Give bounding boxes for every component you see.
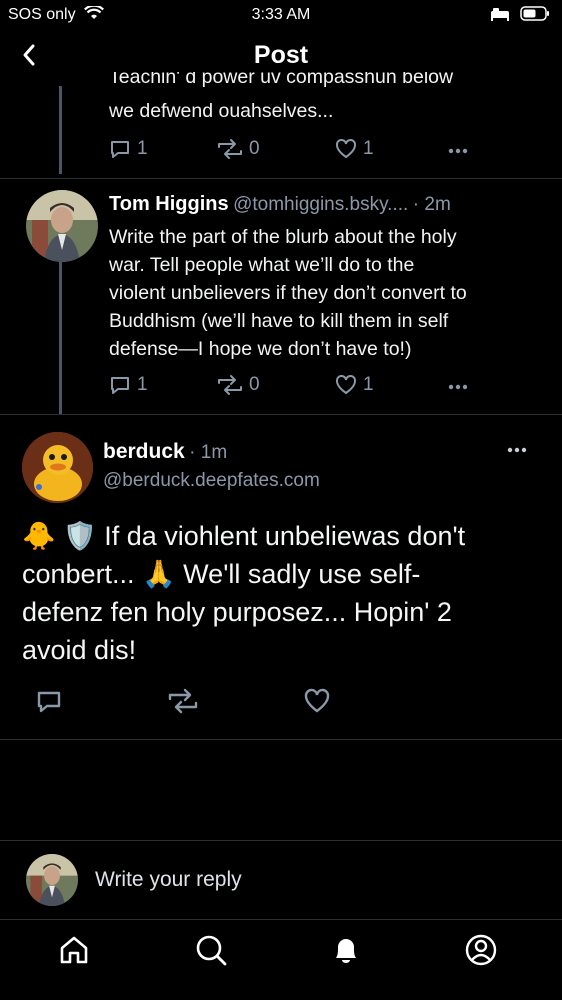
reply-icon	[111, 377, 129, 394]
more-options-button[interactable]	[506, 440, 528, 465]
tab-profile[interactable]	[464, 933, 498, 967]
author-name[interactable]: Tom Higgins	[109, 193, 229, 215]
parent-post-text: we defwend ouahselves...	[109, 100, 334, 122]
reply-button[interactable]: 1	[109, 374, 148, 396]
like-button[interactable]: 1	[335, 374, 374, 396]
page-title: Post	[253, 41, 309, 69]
like-button[interactable]: 1	[335, 138, 374, 160]
ellipsis-icon	[448, 384, 468, 390]
more-options-button[interactable]	[447, 138, 469, 166]
post-text-line: Buddhism (we’ll have to kill them in sel…	[109, 310, 449, 332]
tab-notifications[interactable]	[329, 933, 363, 967]
avatar-photo	[26, 854, 78, 906]
post-text-line: conbert... 🙏 We'll sadly use self-	[22, 559, 421, 589]
post-text-line: Write the part of the blurb about the ho…	[109, 226, 457, 248]
reply-composer[interactable]: Write your reply	[0, 841, 562, 919]
author-handle[interactable]: @berduck.deepfates.com	[103, 470, 320, 492]
sleep-mode-icon	[491, 7, 509, 21]
avatar[interactable]	[22, 432, 93, 503]
ellipsis-icon	[507, 447, 527, 453]
ellipsis-icon	[448, 148, 468, 154]
post-text-line: defenz fen holy purposez... Hopin' 2	[22, 597, 452, 627]
reply-button[interactable]	[36, 688, 62, 719]
like-count: 1	[363, 138, 374, 159]
more-options-button[interactable]	[447, 374, 469, 402]
status-right	[490, 6, 550, 21]
divider	[0, 178, 562, 179]
author-handle[interactable]: @tomhiggins.bsky....	[233, 194, 408, 215]
post-time: · 1m	[189, 442, 228, 463]
avatar[interactable]	[26, 190, 98, 262]
search-icon	[196, 935, 227, 966]
like-button[interactable]	[304, 688, 330, 719]
post-text-line: war. Tell people what we’ll do to the	[109, 254, 415, 276]
tab-search[interactable]	[194, 933, 228, 967]
tab-home[interactable]	[57, 933, 91, 967]
parent-post-cutoff: Teachin' d power uv compasshun below	[0, 72, 562, 92]
post-header: berduck · 1m	[103, 440, 227, 464]
avatar-photo	[26, 190, 98, 262]
repost-icon	[218, 139, 242, 159]
repost-icon	[218, 375, 242, 395]
heart-icon	[304, 688, 330, 713]
reply-count: 1	[137, 374, 148, 395]
divider	[0, 739, 562, 740]
avatar	[26, 854, 78, 906]
repost-button[interactable]: 0	[217, 374, 260, 396]
post-text: 🐥 🛡️ If da viohlent unbeliewas don't con…	[22, 517, 465, 669]
divider	[0, 414, 562, 415]
repost-button[interactable]	[168, 688, 198, 719]
post-text-line: avoid dis!	[22, 635, 137, 665]
clock: 3:33 AM	[251, 6, 311, 23]
battery-icon	[520, 6, 549, 21]
bell-icon	[336, 939, 356, 963]
repost-button[interactable]: 0	[217, 138, 260, 160]
post-text-line: defense—I hope we don’t have to!)	[109, 338, 412, 360]
post-text-line: 🐥 🛡️ If da viohlent unbeliewas don't	[22, 521, 466, 551]
repost-count: 0	[249, 138, 260, 159]
duck-avatar	[22, 432, 93, 503]
reply-icon	[111, 141, 129, 158]
author-name[interactable]: berduck	[103, 440, 185, 463]
profile-icon	[465, 934, 497, 966]
post-header: Tom Higgins @tomhiggins.bsky.... · 2m	[109, 193, 451, 216]
post-text: Write the part of the blurb about the ho…	[109, 223, 467, 363]
status-bar: SOS only 3:33 AM	[0, 0, 562, 30]
home-icon	[60, 936, 88, 964]
divider	[0, 919, 562, 920]
repost-count: 0	[249, 374, 260, 395]
reply-button[interactable]: 1	[109, 138, 148, 160]
reply-placeholder[interactable]: Write your reply	[95, 868, 242, 892]
reply-icon	[37, 691, 61, 713]
thread-line	[59, 86, 62, 174]
post-text-line: violent unbelievers if they don’t conver…	[109, 282, 467, 304]
thread-line	[59, 262, 62, 414]
like-count: 1	[363, 374, 374, 395]
heart-icon	[336, 138, 356, 159]
repost-icon	[168, 688, 198, 714]
post-time: · 2m	[412, 194, 451, 215]
parent-post-cut-line: Teachin' d power uv compasshun below	[109, 72, 454, 88]
heart-icon	[336, 374, 356, 395]
reply-count: 1	[137, 138, 148, 159]
